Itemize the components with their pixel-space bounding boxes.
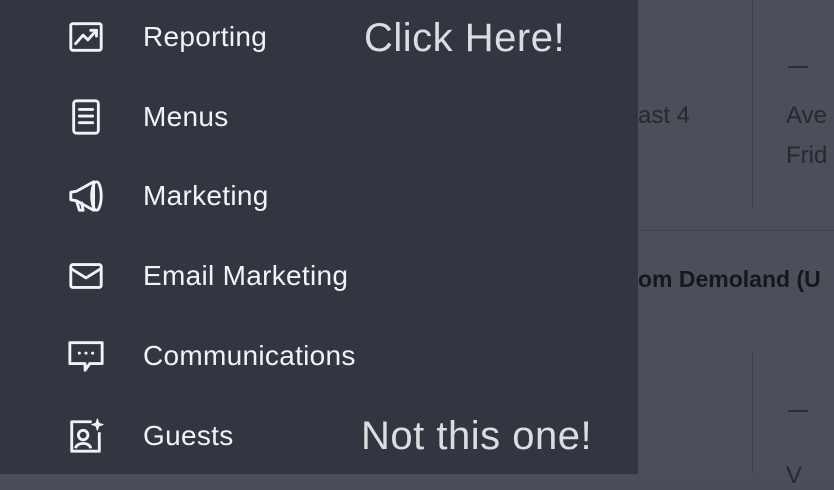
- backdrop-text: Ave: [786, 102, 827, 129]
- backdrop-divider: [752, 352, 753, 474]
- backdrop-text: V: [786, 462, 803, 489]
- sidebar-item-label: Guests: [143, 420, 234, 451]
- sidebar-item-marketing[interactable]: Marketing: [0, 166, 560, 226]
- sidebar-drawer: Reporting Menus Marketing Email Marketin…: [0, 0, 638, 474]
- annotation-not-this-one: Not this one!: [361, 414, 593, 458]
- chart-trend-icon: [66, 17, 106, 57]
- sidebar-item-label: Marketing: [143, 180, 269, 211]
- backdrop-text: Frid: [786, 142, 828, 169]
- sidebar-item-label: Email Marketing: [143, 260, 349, 291]
- sidebar-item-label: Menus: [143, 101, 229, 132]
- backdrop-dash: [788, 66, 808, 68]
- backdrop-dash: [788, 410, 808, 412]
- sidebar-item-communications[interactable]: Communications: [0, 326, 560, 386]
- megaphone-icon: [66, 176, 106, 216]
- envelope-icon: [66, 256, 106, 296]
- guest-profile-icon: [66, 416, 106, 456]
- sidebar-item-label: Reporting: [143, 21, 268, 52]
- annotation-click-here: Click Here!: [364, 16, 566, 60]
- backdrop-text: ast 4: [638, 102, 691, 129]
- backdrop-divider: [638, 230, 834, 231]
- backdrop-divider: [752, 0, 753, 208]
- sidebar-item-label: Communications: [143, 340, 356, 371]
- document-icon: [66, 97, 106, 137]
- sidebar-item-menus[interactable]: Menus: [0, 87, 560, 147]
- backdrop-heading: om Demoland (U: [638, 266, 821, 292]
- sidebar-item-email-marketing[interactable]: Email Marketing: [0, 246, 560, 306]
- chat-bubble-icon: [66, 336, 106, 376]
